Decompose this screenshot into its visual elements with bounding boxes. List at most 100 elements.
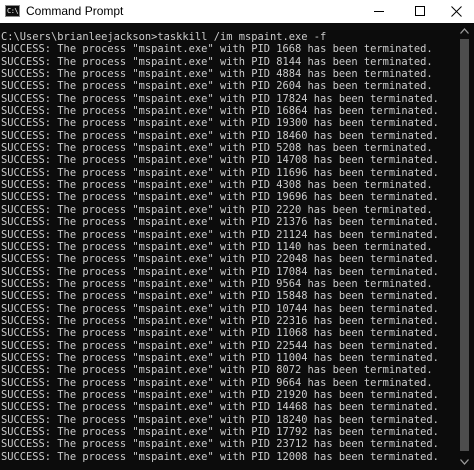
console-line: SUCCESS: The process "mspaint.exe" with … <box>1 56 441 68</box>
message-prefix: SUCCESS: The process "mspaint.exe" with … <box>1 314 277 327</box>
message-suffix: has been terminated. <box>307 166 439 179</box>
console-line: SUCCESS: The process "mspaint.exe" with … <box>1 352 441 364</box>
message-suffix: has been terminated. <box>307 351 439 364</box>
pid-value: 2604 <box>276 80 302 93</box>
pid-value: 21376 <box>276 216 308 229</box>
console-line: SUCCESS: The process "mspaint.exe" with … <box>1 340 441 352</box>
console-line: SUCCESS: The process "mspaint.exe" with … <box>1 167 441 179</box>
pid-value: 9564 <box>276 277 302 290</box>
console-line: SUCCESS: The process "mspaint.exe" with … <box>1 266 441 278</box>
console-line: SUCCESS: The process "mspaint.exe" with … <box>1 290 441 302</box>
message-prefix: SUCCESS: The process "mspaint.exe" with … <box>1 105 277 118</box>
pid-value: 5208 <box>276 142 302 155</box>
message-suffix: has been terminated. <box>307 253 439 266</box>
window-title: Command Prompt <box>26 4 124 18</box>
message-suffix: has been terminated. <box>301 179 433 192</box>
pid-value: 19696 <box>276 191 308 204</box>
pid-value: 21920 <box>276 388 308 401</box>
message-suffix: has been terminated. <box>307 438 439 451</box>
scroll-down-arrow-icon[interactable] <box>459 458 470 466</box>
pid-value: 4884 <box>276 68 302 81</box>
message-suffix: has been terminated. <box>307 228 439 241</box>
message-prefix: SUCCESS: The process "mspaint.exe" with … <box>1 129 277 142</box>
message-suffix: has been terminated. <box>307 117 439 130</box>
console-line: SUCCESS: The process "mspaint.exe" with … <box>1 451 441 463</box>
message-prefix: SUCCESS: The process "mspaint.exe" with … <box>1 277 277 290</box>
console-line: SUCCESS: The process "mspaint.exe" with … <box>1 105 441 117</box>
message-prefix: SUCCESS: The process "mspaint.exe" with … <box>1 142 277 155</box>
scrollbar-thumb[interactable] <box>460 39 469 451</box>
minimize-button[interactable] <box>364 0 394 23</box>
console-line: SUCCESS: The process "mspaint.exe" with … <box>1 216 441 228</box>
console-line: SUCCESS: The process "mspaint.exe" with … <box>1 253 441 265</box>
console-line: SUCCESS: The process "mspaint.exe" with … <box>1 179 441 191</box>
console-line: SUCCESS: The process "mspaint.exe" with … <box>1 68 441 80</box>
console-line: SUCCESS: The process "mspaint.exe" with … <box>1 315 441 327</box>
message-prefix: SUCCESS: The process "mspaint.exe" with … <box>1 413 277 426</box>
maximize-icon <box>415 6 425 16</box>
console-line: SUCCESS: The process "mspaint.exe" with … <box>1 303 441 315</box>
message-suffix: has been terminated. <box>301 240 433 253</box>
message-prefix: SUCCESS: The process "mspaint.exe" with … <box>1 426 277 438</box>
scroll-up-arrow-icon[interactable] <box>459 27 470 35</box>
message-suffix: has been terminated. <box>307 105 439 118</box>
vertical-scrollbar[interactable] <box>455 23 474 470</box>
maximize-button[interactable] <box>405 0 435 23</box>
message-suffix: has been terminated. <box>301 364 433 377</box>
pid-value: 21124 <box>276 228 308 241</box>
message-prefix: SUCCESS: The process "mspaint.exe" with … <box>1 438 277 451</box>
pid-value: 4308 <box>276 179 302 192</box>
pid-value: 11068 <box>276 327 308 340</box>
close-icon <box>451 6 462 17</box>
console-line: SUCCESS: The process "mspaint.exe" with … <box>1 364 441 376</box>
console-lines: C:\Users\brianleejackson>taskkill /im ms… <box>1 31 441 463</box>
minimize-icon <box>374 11 384 12</box>
message-prefix: SUCCESS: The process "mspaint.exe" with … <box>1 80 277 93</box>
pid-value: 10744 <box>276 302 308 315</box>
message-prefix: SUCCESS: The process "mspaint.exe" with … <box>1 240 277 253</box>
message-prefix: SUCCESS: The process "mspaint.exe" with … <box>1 92 277 105</box>
message-suffix: has been terminated. <box>307 339 439 352</box>
pid-value: 16864 <box>276 105 308 118</box>
pid-value: 8144 <box>276 55 302 68</box>
message-suffix: has been terminated. <box>307 401 439 414</box>
close-button[interactable] <box>442 0 472 23</box>
console-line: SUCCESS: The process "mspaint.exe" with … <box>1 327 441 339</box>
message-prefix: SUCCESS: The process "mspaint.exe" with … <box>1 43 277 56</box>
pid-value: 9664 <box>276 376 302 389</box>
cmd-icon-glyph: C:\ <box>7 7 19 15</box>
message-prefix: SUCCESS: The process "mspaint.exe" with … <box>1 339 277 352</box>
pid-value: 23712 <box>276 438 308 451</box>
message-suffix: has been terminated. <box>307 290 439 303</box>
message-suffix: has been terminated. <box>307 314 439 327</box>
message-suffix: has been terminated. <box>301 55 433 68</box>
console-line: SUCCESS: The process "mspaint.exe" with … <box>1 401 441 413</box>
pid-value: 14468 <box>276 401 308 414</box>
message-suffix: has been terminated. <box>307 92 439 105</box>
pid-value: 1668 <box>276 43 302 56</box>
console-line: SUCCESS: The process "mspaint.exe" with … <box>1 130 441 142</box>
pid-value: 11004 <box>276 351 308 364</box>
pid-value: 18240 <box>276 413 308 426</box>
pid-value: 22048 <box>276 253 308 266</box>
cmd-icon[interactable]: C:\ <box>5 5 20 17</box>
message-suffix: has been terminated. <box>301 376 433 389</box>
pid-value: 19300 <box>276 117 308 130</box>
pid-value: 12008 <box>276 450 308 463</box>
console-line: SUCCESS: The process "mspaint.exe" with … <box>1 142 441 154</box>
console-line: SUCCESS: The process "mspaint.exe" with … <box>1 426 441 438</box>
console-line: SUCCESS: The process "mspaint.exe" with … <box>1 278 441 290</box>
console-output-area[interactable]: C:\Users\brianleejackson>taskkill /im ms… <box>0 23 474 470</box>
title-bar[interactable]: C:\ Command Prompt <box>0 0 474 23</box>
command-prompt-window: C:\ Command Prompt C:\Users\brianleejack… <box>0 0 474 470</box>
message-prefix: SUCCESS: The process "mspaint.exe" with … <box>1 154 277 167</box>
console-line: SUCCESS: The process "mspaint.exe" with … <box>1 43 441 55</box>
message-suffix: has been terminated. <box>307 327 439 340</box>
message-suffix: has been terminated. <box>307 388 439 401</box>
pid-value: 15848 <box>276 290 308 303</box>
message-prefix: SUCCESS: The process "mspaint.exe" with … <box>1 55 277 68</box>
console-line: SUCCESS: The process "mspaint.exe" with … <box>1 80 441 92</box>
pid-value: 17792 <box>276 426 308 438</box>
message-prefix: SUCCESS: The process "mspaint.exe" with … <box>1 376 277 389</box>
pid-value: 17084 <box>276 265 308 278</box>
